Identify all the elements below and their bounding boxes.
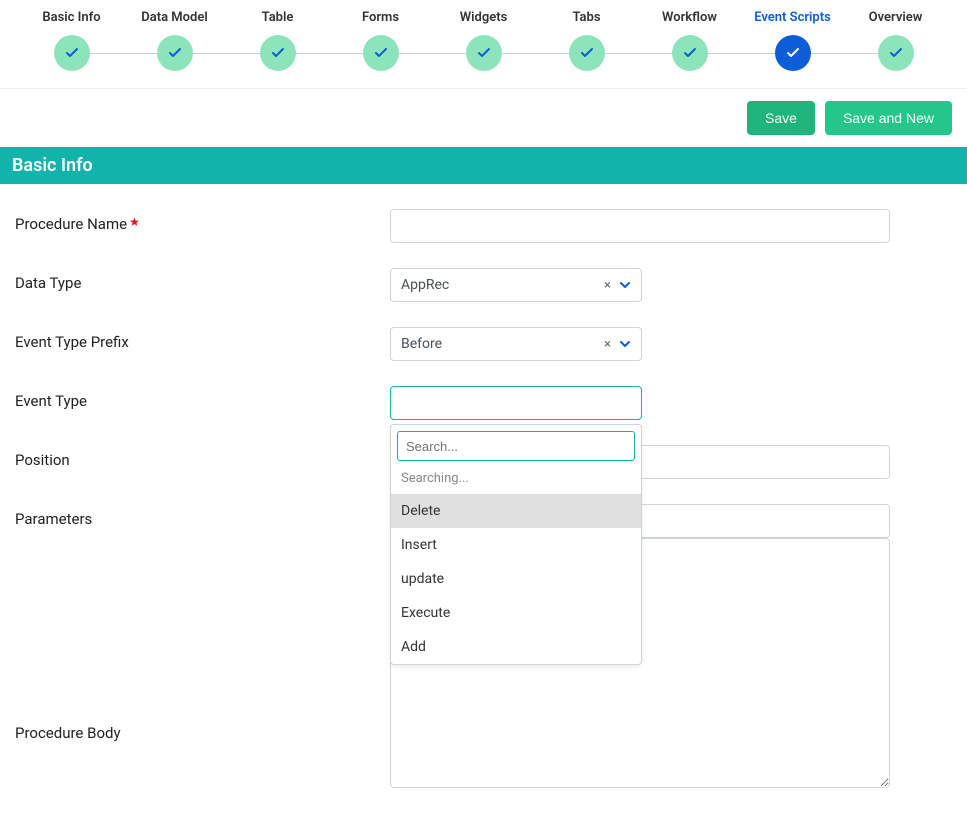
dropdown-option-delete[interactable]: Delete [391,494,641,528]
step-label: Workflow [638,10,741,25]
label-data-type: Data Type [15,268,390,292]
check-icon [363,35,399,71]
wizard-stepper: Basic Info Data Model Table Forms [0,0,967,89]
event-type-dropdown: Searching... Delete Insert update Execut… [390,424,642,665]
save-button[interactable]: Save [747,101,815,135]
chevron-down-icon [619,279,631,291]
dropdown-option-insert[interactable]: Insert [391,528,641,562]
step-data-model[interactable]: Data Model [123,10,226,73]
step-widgets[interactable]: Widgets [432,10,535,73]
event-type-select[interactable] [390,386,642,420]
row-event-type-prefix: Event Type Prefix Before × [15,327,952,361]
check-icon [672,35,708,71]
step-basic-info[interactable]: Basic Info [20,10,123,73]
label-position: Position [15,445,390,469]
step-event-scripts[interactable]: Event Scripts [741,10,844,73]
row-procedure-name: Procedure Name★ [15,209,952,243]
step-label: Basic Info [20,10,123,25]
chevron-down-icon [619,338,631,350]
dropdown-search-input[interactable] [397,431,635,461]
clear-icon[interactable]: × [604,337,611,352]
check-icon [157,35,193,71]
step-label: Event Scripts [741,10,844,25]
data-type-select[interactable]: AppRec × [390,268,642,302]
step-label: Widgets [432,10,535,25]
event-type-prefix-select[interactable]: Before × [390,327,642,361]
section-title: Basic Info [0,147,967,184]
save-and-new-button[interactable]: Save and New [825,101,952,135]
row-data-type: Data Type AppRec × [15,268,952,302]
label-parameters: Parameters [15,504,390,528]
label-event-type-prefix: Event Type Prefix [15,327,390,351]
dropdown-option-execute[interactable]: Execute [391,596,641,630]
dropdown-option-update[interactable]: update [391,562,641,596]
dropdown-list[interactable]: Delete Insert update Execute Add [391,494,641,664]
step-workflow[interactable]: Workflow [638,10,741,73]
label-procedure-body: Procedure Body [15,718,390,742]
step-label: Tabs [535,10,638,25]
step-label: Data Model [123,10,226,25]
form-body: Procedure Name★ Data Type AppRec × Event… [0,184,967,832]
check-icon [260,35,296,71]
dropdown-status: Searching... [391,467,641,494]
check-icon [569,35,605,71]
label-procedure-name: Procedure Name★ [15,209,390,233]
label-event-type: Event Type [15,386,390,410]
step-label: Overview [844,10,947,25]
check-icon [775,35,811,71]
row-procedure-body: Procedure Body [15,718,952,792]
step-tabs[interactable]: Tabs [535,10,638,73]
step-label: Forms [329,10,432,25]
dropdown-option-add[interactable]: Add [391,630,641,664]
procedure-name-input[interactable] [390,209,890,243]
action-bar: Save Save and New [0,89,967,147]
clear-icon[interactable]: × [604,278,611,293]
check-icon [466,35,502,71]
step-overview[interactable]: Overview [844,10,947,73]
step-label: Table [226,10,329,25]
step-forms[interactable]: Forms [329,10,432,73]
step-table[interactable]: Table [226,10,329,73]
check-icon [878,35,914,71]
required-icon: ★ [129,215,140,229]
select-value: Before [401,336,604,352]
check-icon [54,35,90,71]
select-value: AppRec [401,277,604,293]
row-event-type: Event Type Searching... Delete Insert up… [15,386,952,420]
